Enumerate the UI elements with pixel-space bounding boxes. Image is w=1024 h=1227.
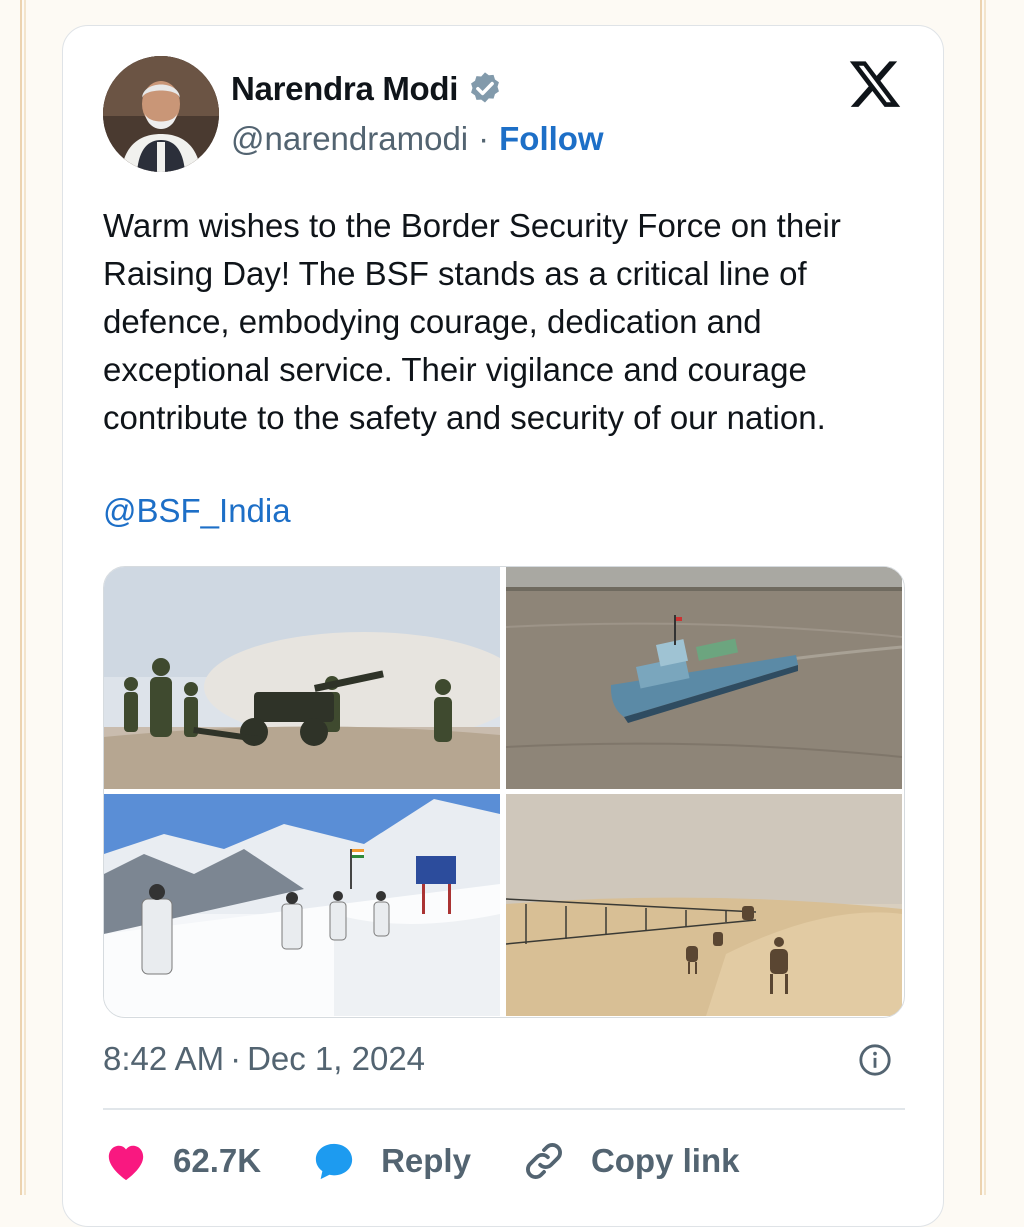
follow-button[interactable]: Follow <box>499 120 603 158</box>
page-border-right <box>980 0 982 1195</box>
like-count: 62.7K <box>173 1142 262 1179</box>
action-bar: 62.7K Reply Copy link <box>103 1136 789 1186</box>
divider <box>103 1108 905 1110</box>
verified-badge-icon <box>471 72 500 103</box>
handle-separator: · <box>478 120 490 157</box>
timestamp[interactable]: 8:42 AM · Dec 1, 2024 <box>103 1040 425 1078</box>
photo-patrol-boat[interactable] <box>506 567 902 789</box>
media-grid <box>103 566 905 1018</box>
speech-bubble-icon <box>315 1143 353 1180</box>
author-name[interactable]: Narendra Modi <box>231 70 458 108</box>
heart-icon <box>108 1145 144 1181</box>
reply-label: Reply <box>381 1142 471 1179</box>
timestamp-separator: · <box>230 1040 242 1077</box>
page-border-right-inner <box>984 0 986 1195</box>
link-icon <box>525 1143 562 1179</box>
tweet-card: Narendra Modi @narendramodi · Follow War… <box>62 25 944 1227</box>
photo-desert-camels[interactable] <box>506 794 902 1016</box>
tweet-date[interactable]: Dec 1, 2024 <box>247 1040 425 1078</box>
mention-link[interactable]: @BSF_India <box>103 492 291 530</box>
x-logo-icon[interactable] <box>847 56 903 112</box>
like-button[interactable]: 62.7K <box>103 1140 261 1182</box>
tweet-time[interactable]: 8:42 AM <box>103 1040 224 1078</box>
avatar[interactable] <box>103 56 219 172</box>
photo-artillery[interactable] <box>104 567 500 789</box>
photo-snow-post[interactable] <box>104 794 500 1016</box>
copy-link-label: Copy link <box>590 1142 740 1179</box>
info-icon[interactable] <box>858 1043 892 1077</box>
copy-link-button[interactable]: Copy link <box>521 1138 740 1184</box>
tweet-text: Warm wishes to the Border Security Force… <box>103 207 841 436</box>
reply-button[interactable]: Reply <box>311 1140 471 1182</box>
author-handle[interactable]: @narendramodi <box>231 120 468 158</box>
page-border-left <box>20 0 22 1195</box>
page-border-left-inner <box>24 0 26 1195</box>
